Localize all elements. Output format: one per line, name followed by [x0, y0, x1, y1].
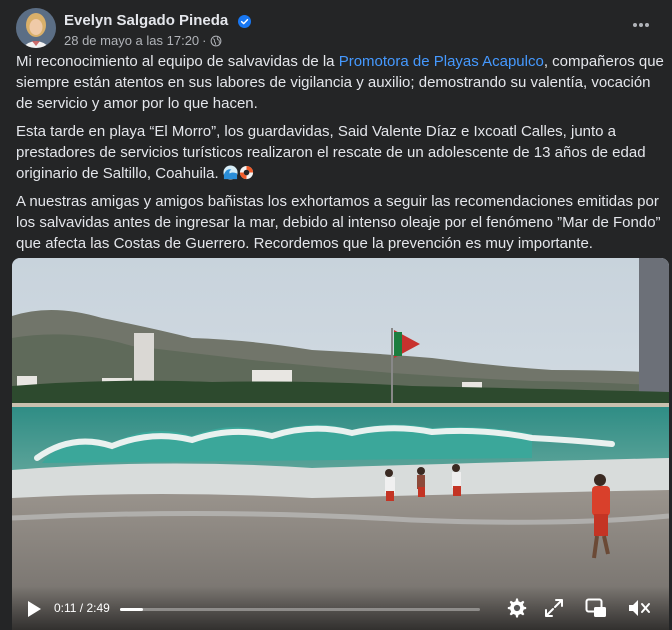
video-time: 0:11 / 2:49 — [54, 601, 110, 615]
expand-icon[interactable] — [544, 598, 564, 618]
author-name[interactable]: Evelyn Salgado Pineda — [64, 12, 228, 29]
promotora-link[interactable]: Promotora de Playas Acapulco — [339, 53, 544, 70]
muted-speaker-icon[interactable] — [627, 598, 651, 618]
video-frame — [12, 258, 669, 630]
play-icon[interactable] — [26, 600, 42, 618]
paragraph-1-text-a: Mi reconocimiento al equipo de salvavida… — [16, 53, 339, 70]
author-avatar[interactable] — [16, 8, 56, 48]
video-progress-bar[interactable] — [120, 608, 480, 611]
verified-badge-icon — [238, 15, 251, 28]
meta-separator: · — [202, 33, 207, 48]
picture-in-picture-icon[interactable] — [585, 598, 607, 618]
more-options-button[interactable] — [626, 10, 656, 40]
facebook-post: Evelyn Salgado Pineda 28 de mayo a las 1… — [0, 0, 672, 630]
paragraph-1: Mi reconocimiento al equipo de salvavida… — [16, 51, 664, 114]
globe-icon — [210, 35, 221, 47]
video-player[interactable]: 0:11 / 2:49 — [12, 258, 669, 630]
post-message: Mi reconocimiento al equipo de salvavida… — [16, 51, 664, 261]
current-time: 0:11 — [54, 601, 77, 615]
duration: 2:49 — [86, 601, 110, 615]
post-header: Evelyn Salgado Pineda 28 de mayo a las 1… — [16, 8, 660, 48]
progress-fill — [120, 608, 144, 611]
life-buoy-emoji — [239, 165, 253, 180]
paragraph-2-text: Esta tarde en playa “El Morro”, los guar… — [16, 123, 646, 182]
wave-emoji — [223, 165, 238, 180]
post-timestamp[interactable]: 28 de mayo a las 17:20 — [64, 33, 199, 48]
more-horizontal-icon — [633, 23, 649, 27]
time-separator: / — [76, 601, 87, 615]
gear-icon[interactable] — [506, 597, 528, 619]
video-controls: 0:11 / 2:49 — [12, 586, 669, 630]
paragraph-3: A nuestras amigas y amigos bañistas los … — [16, 193, 661, 252]
post-meta: 28 de mayo a las 17:20 · — [64, 33, 222, 48]
paragraph-2: Esta tarde en playa “El Morro”, los guar… — [16, 121, 664, 184]
